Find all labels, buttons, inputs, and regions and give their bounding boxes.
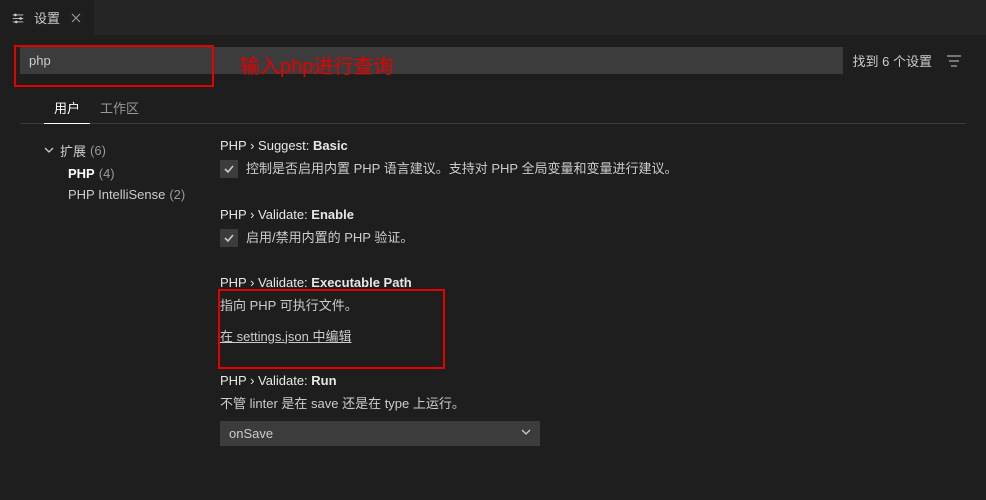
tab-title: 设置 [34,8,60,27]
settings-tab[interactable]: 设置 [0,0,94,35]
setting-description: 控制是否启用内置 PHP 语言建议。支持对 PHP 全局变量和变量进行建议。 [246,159,677,179]
setting-name: Basic [313,138,348,153]
settings-search-input[interactable] [20,47,843,74]
chevron-down-icon [44,143,56,158]
close-icon[interactable] [68,10,84,26]
scope-tabs: 用户 工作区 [20,92,966,124]
setting-php-validate-enable: PHP › Validate: Enable 启用/禁用内置的 PHP 验证。 [220,207,946,248]
select-value: onSave [229,426,273,441]
setting-category: PHP › Validate: [220,207,311,222]
chevron-down-icon [521,427,531,440]
checkmark-icon [223,232,235,244]
tree-label: PHP [68,166,95,181]
setting-category: PHP › Validate: [220,373,311,388]
setting-name: Run [311,373,336,388]
checkmark-icon [223,163,235,175]
filter-icon[interactable] [942,49,966,73]
settings-icon [10,10,26,26]
search-result-count: 找到 6 个设置 [853,51,932,70]
editor-tab-bar: 设置 [0,0,986,35]
settings-tree: 扩展 (6) PHP (4) PHP IntelliSense (2) [20,138,220,474]
tree-count: (4) [99,166,115,181]
setting-php-suggest-basic: PHP › Suggest: Basic 控制是否启用内置 PHP 语言建议。支… [220,138,946,179]
setting-category: PHP › Validate: [220,275,311,290]
tree-item-php-intellisense[interactable]: PHP IntelliSense (2) [34,184,220,205]
checkbox[interactable] [220,229,238,247]
setting-name: Executable Path [311,275,411,290]
setting-php-validate-run: PHP › Validate: Run 不管 linter 是在 save 还是… [220,373,946,447]
setting-name: Enable [311,207,354,222]
validate-run-select[interactable]: onSave [220,421,540,446]
checkbox[interactable] [220,160,238,178]
edit-in-settings-json-link[interactable]: 在 settings.json 中编辑 [220,329,352,344]
tree-item-extensions[interactable]: 扩展 (6) [34,138,220,163]
setting-description: 指向 PHP 可执行文件。 [220,296,946,316]
setting-description: 启用/禁用内置的 PHP 验证。 [246,228,413,248]
settings-list: PHP › Suggest: Basic 控制是否启用内置 PHP 语言建议。支… [220,138,966,474]
tree-count: (2) [169,187,185,202]
setting-description: 不管 linter 是在 save 还是在 type 上运行。 [220,394,946,414]
setting-category: PHP › Suggest: [220,138,313,153]
tree-label: 扩展 [60,141,86,160]
setting-php-validate-executable-path: PHP › Validate: Executable Path 指向 PHP 可… [220,275,946,345]
tree-label: PHP IntelliSense [68,187,165,202]
tab-workspace[interactable]: 工作区 [90,92,149,123]
tab-user[interactable]: 用户 [44,92,90,124]
tree-count: (6) [90,143,106,158]
tree-item-php[interactable]: PHP (4) [34,163,220,184]
